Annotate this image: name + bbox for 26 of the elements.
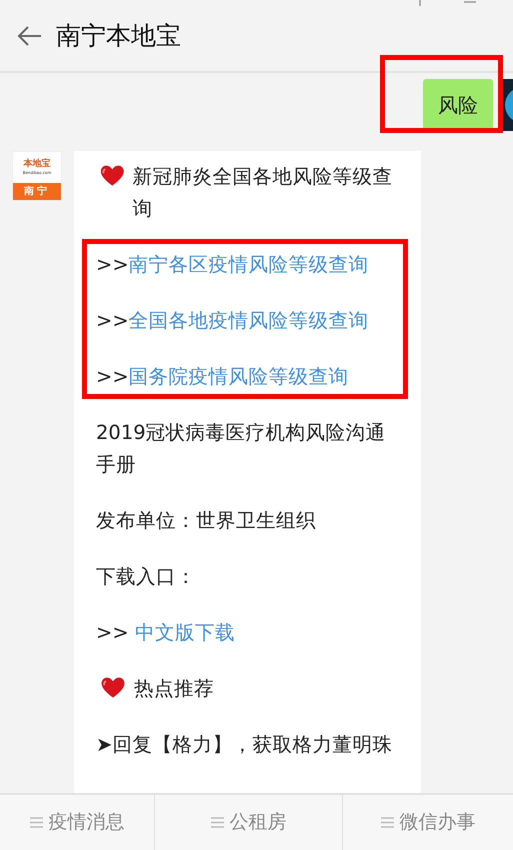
back-icon[interactable]	[16, 24, 42, 46]
link[interactable]: 南宁各区疫情风险等级查询	[128, 253, 369, 276]
heading-text: 热点推荐	[134, 676, 214, 702]
page-title: 南宁本地宝	[56, 20, 181, 52]
link[interactable]: 中文版下载	[134, 621, 235, 644]
logo-brand: 本地宝	[24, 158, 50, 170]
link-prefix: >>	[96, 365, 129, 388]
link[interactable]: 全国各地疫情风险等级查询	[128, 309, 369, 332]
link[interactable]: 国务院疫情风险等级查询	[128, 365, 349, 388]
menu-icon	[380, 817, 394, 828]
logo-city: 南宁	[13, 183, 61, 200]
menu-tab[interactable]: 微信办事	[343, 795, 513, 850]
paragraph: 发布单位：世界卫生组织	[96, 508, 317, 534]
link-prefix: >>	[96, 253, 129, 276]
link-prefix: >>	[96, 621, 130, 644]
minimize-icon[interactable]	[464, 0, 476, 4]
menu-tab[interactable]: 疫情消息	[0, 795, 155, 850]
menu-icon	[210, 817, 224, 828]
message-bubble: 风险	[423, 79, 493, 131]
menu-tab[interactable]: 公租房	[155, 795, 343, 850]
paragraph: 2019冠状病毒医疗机构风险沟通手册	[96, 420, 387, 478]
link-prefix: >>	[96, 309, 129, 332]
paragraph: ➤回复【格力】，获取格力董明珠	[96, 732, 394, 758]
heading-text: 新冠肺炎全国各地风险等级查询	[132, 164, 394, 222]
paragraph: 下载入口：	[96, 564, 197, 590]
menu-icon	[30, 817, 42, 828]
